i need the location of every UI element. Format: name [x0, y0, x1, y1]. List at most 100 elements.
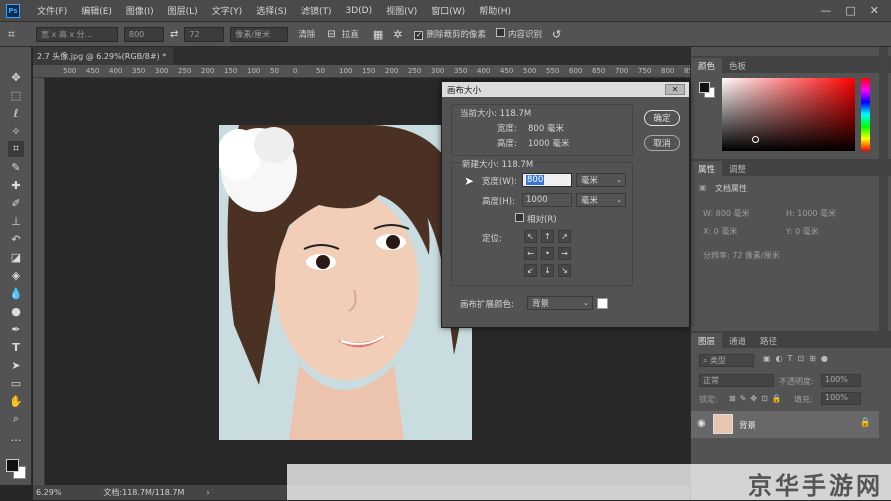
- menu-filter[interactable]: 滤镜(T): [294, 4, 339, 17]
- crop-ratio-select[interactable]: 宽 x 高 x 分...: [36, 26, 118, 42]
- anchor-top-left[interactable]: ↖: [524, 230, 537, 243]
- lasso-tool-icon[interactable]: ℓ: [8, 105, 24, 121]
- swap-icon[interactable]: ⇄: [170, 29, 178, 40]
- layer-filter-icons[interactable]: ▣◐T⊡⊞●: [763, 354, 833, 363]
- menu-edit[interactable]: 编辑(E): [74, 4, 119, 17]
- minimize-button[interactable]: —: [820, 4, 831, 17]
- anchor-left[interactable]: ←: [524, 247, 537, 260]
- height-unit-select[interactable]: 毫米 ⌄: [576, 193, 626, 207]
- content-aware-checkbox[interactable]: 内容识别: [495, 28, 542, 40]
- menu-help[interactable]: 帮助(H): [472, 4, 518, 17]
- reset-icon[interactable]: ↺: [552, 28, 561, 41]
- relative-checkbox[interactable]: 相对(R): [515, 213, 557, 225]
- resolution-unit-select[interactable]: 像素/厘米: [230, 26, 289, 42]
- menu-select[interactable]: 选择(S): [249, 4, 294, 17]
- straighten-icon[interactable]: ⊟: [327, 29, 335, 40]
- layer-filter-select[interactable]: ⌕ 类型: [699, 354, 754, 367]
- eye-icon[interactable]: ◉: [697, 418, 706, 429]
- eyedropper-tool-icon[interactable]: ✎: [8, 159, 24, 175]
- marquee-tool-icon[interactable]: ⬚: [8, 87, 24, 103]
- close-window-button[interactable]: ✕: [870, 4, 879, 17]
- layer-name[interactable]: 背景: [739, 419, 756, 431]
- anchor-bottom-left[interactable]: ↙: [524, 264, 537, 277]
- anchor-right[interactable]: →: [558, 247, 571, 260]
- delete-cropped-checkbox[interactable]: ✓ 删除裁剪的像素: [414, 28, 486, 40]
- mouse-cursor-icon: ➤: [464, 174, 475, 188]
- gear-icon[interactable]: ✲: [393, 28, 402, 41]
- clone-stamp-tool-icon[interactable]: ⊥: [8, 213, 24, 229]
- ok-button[interactable]: 确定: [644, 110, 680, 126]
- dodge-tool-icon[interactable]: ●: [8, 303, 24, 319]
- anchor-top[interactable]: ↑: [541, 230, 554, 243]
- color-picker-field[interactable]: [722, 78, 855, 151]
- menu-type[interactable]: 文字(Y): [205, 4, 250, 17]
- dialog-title-bar[interactable]: 画布大小: [442, 82, 689, 97]
- menu-3d[interactable]: 3D(D): [338, 6, 379, 16]
- menu-file[interactable]: 文件(F): [30, 4, 74, 17]
- rectangle-tool-icon[interactable]: ▭: [8, 375, 24, 391]
- blur-tool-icon[interactable]: 💧: [8, 285, 24, 301]
- menu-view[interactable]: 视图(V): [379, 4, 424, 17]
- eraser-tool-icon[interactable]: ◪: [8, 249, 24, 265]
- panel-fg-color-swatch[interactable]: [699, 82, 710, 93]
- menu-layer[interactable]: 图层(L): [161, 4, 205, 17]
- crop-height-field[interactable]: 72: [184, 26, 225, 42]
- hand-tool-icon[interactable]: ✋: [8, 393, 24, 409]
- layer-row[interactable]: ◉ 背景 🔒: [691, 411, 879, 438]
- portrait-photo[interactable]: [219, 125, 472, 440]
- anchor-center[interactable]: •: [541, 247, 554, 260]
- crop-width-field[interactable]: 800: [124, 26, 164, 42]
- magic-wand-tool-icon[interactable]: ✧: [8, 123, 24, 139]
- grid-overlay-icon[interactable]: ▦: [373, 28, 383, 41]
- path-selection-tool-icon[interactable]: ➤: [8, 357, 24, 373]
- foreground-color-swatch[interactable]: [6, 459, 19, 472]
- crop-tool-icon[interactable]: ⌗: [8, 141, 24, 157]
- width-unit-select[interactable]: 毫米 ⌄: [576, 173, 626, 187]
- paint-bucket-tool-icon[interactable]: ◈: [8, 267, 24, 283]
- dialog-close-button[interactable]: ✕: [665, 84, 685, 95]
- pen-tool-icon[interactable]: ✒: [8, 321, 24, 337]
- hue-slider[interactable]: [861, 78, 870, 151]
- tab-swatches[interactable]: 色板: [722, 58, 753, 73]
- clear-button[interactable]: 清除: [298, 28, 315, 40]
- menu-window[interactable]: 窗口(W): [424, 4, 472, 17]
- cancel-button[interactable]: 取消: [644, 135, 680, 151]
- ext-color-select[interactable]: 背景 ⌄: [527, 296, 593, 310]
- more-tools-icon[interactable]: …: [8, 429, 24, 445]
- height-input[interactable]: 1000: [522, 193, 572, 207]
- tab-channels[interactable]: 通道: [722, 333, 753, 348]
- healing-brush-tool-icon[interactable]: ✚: [8, 177, 24, 193]
- crop-tool-icon[interactable]: ⌗: [8, 27, 30, 42]
- ruler-tick-label: 300: [155, 67, 169, 75]
- tab-properties[interactable]: 属性: [691, 161, 723, 176]
- opacity-field[interactable]: 100%: [821, 374, 861, 387]
- zoom-level[interactable]: 6.29%: [36, 488, 61, 497]
- anchor-bottom[interactable]: ↓: [541, 264, 554, 277]
- lock-icons[interactable]: ⊠✎✥⊡🔒: [729, 394, 786, 403]
- type-tool-icon[interactable]: T: [8, 339, 24, 355]
- panel-scrollbar[interactable]: [879, 47, 888, 337]
- move-tool-icon[interactable]: ✥: [8, 69, 24, 85]
- photoshop-logo[interactable]: Ps: [6, 3, 20, 18]
- tab-layers[interactable]: 图层: [691, 333, 723, 348]
- maximize-button[interactable]: □: [845, 4, 855, 17]
- blend-mode-select[interactable]: 正常: [699, 374, 774, 387]
- zoom-tool-icon[interactable]: ⌕: [8, 411, 24, 427]
- document-tab[interactable]: 2.7 头像.jpg @ 6.29%(RGB/8#) * ×: [33, 47, 179, 65]
- tab-color[interactable]: 颜色: [691, 58, 723, 73]
- anchor-top-right[interactable]: ↗: [558, 230, 571, 243]
- fill-field[interactable]: 100%: [821, 392, 861, 405]
- ruler-tick-label: 100: [339, 67, 353, 75]
- document-tab-title: 2.7 头像.jpg @ 6.29%(RGB/8#) *: [37, 51, 167, 61]
- anchor-bottom-right[interactable]: ↘: [558, 264, 571, 277]
- ext-color-swatch[interactable]: [597, 298, 608, 309]
- history-brush-tool-icon[interactable]: ↶: [8, 231, 24, 247]
- width-input[interactable]: 800: [522, 173, 572, 187]
- brush-tool-icon[interactable]: ✐: [8, 195, 24, 211]
- tab-paths[interactable]: 路径: [753, 333, 784, 348]
- straighten-button[interactable]: 拉直: [342, 28, 359, 40]
- status-menu-arrow[interactable]: ›: [206, 488, 209, 497]
- menu-image[interactable]: 图像(I): [119, 4, 161, 17]
- ruler-tick-label: 250: [178, 67, 192, 75]
- tab-adjustments[interactable]: 调整: [722, 161, 753, 176]
